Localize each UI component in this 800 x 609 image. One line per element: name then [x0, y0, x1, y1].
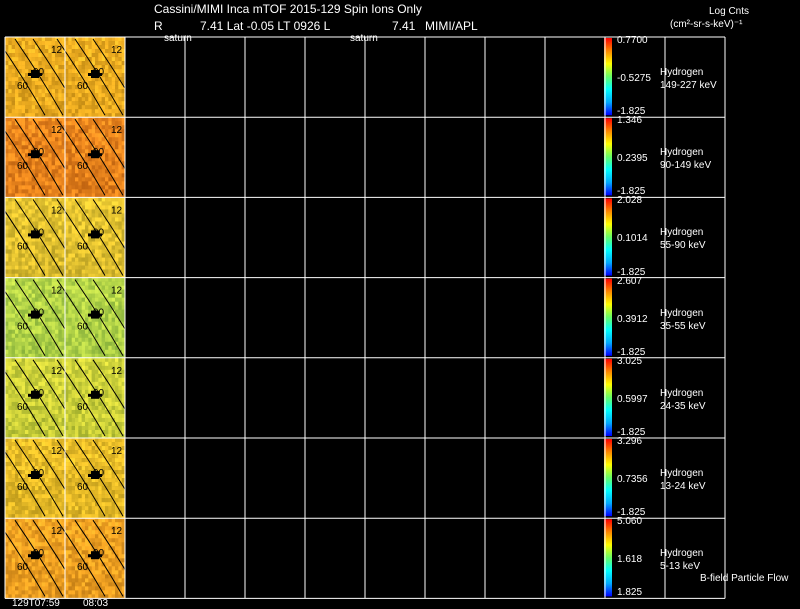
colorbar-max: 2.028: [617, 195, 643, 207]
bfield-label: B-field Particle Flow: [700, 573, 789, 584]
species-label: Hydrogen: [660, 67, 704, 78]
contour-label: 60: [17, 161, 29, 172]
contour-label: 12: [111, 205, 123, 216]
species-label: Hydrogen: [660, 147, 704, 159]
contour-label: 12: [51, 366, 63, 377]
contour-label: 90: [93, 227, 105, 238]
units-line-2: (cm²-sr-s-keV)⁻¹: [670, 19, 743, 30]
time-tick-1: 129T07:59: [12, 598, 60, 609]
contour-label: 90: [33, 147, 45, 158]
colorbar-max: 1.346: [617, 115, 643, 127]
contour-label: 60: [77, 81, 89, 92]
colorbar-max: 5.060: [617, 516, 643, 528]
contour-label: 60: [17, 402, 29, 413]
contour-label: 90: [33, 388, 45, 399]
contour-label: 90: [33, 308, 45, 319]
contour-label: 90: [33, 227, 45, 238]
species-label: Hydrogen: [660, 227, 704, 239]
energy-label: 13-24 keV: [660, 481, 706, 492]
colorbar-mid: 0.5997: [617, 393, 648, 405]
colorbar-mid: 0.3912: [617, 313, 648, 325]
contour-label: 12: [51, 286, 63, 297]
panel-row-0: 12 90 60 12 90 60: [0, 37, 612, 118]
energy-label: 55-90 keV: [660, 240, 706, 252]
colorbar-min: 1.825: [617, 587, 643, 599]
contour-label: 90: [93, 468, 105, 479]
energy-label: 35-55 keV: [660, 320, 706, 332]
contour-label: 90: [33, 67, 45, 78]
colorbar-mid: 0.2395: [617, 153, 648, 165]
energy-label: 149-227 keV: [660, 80, 717, 91]
contour-label: 12: [111, 446, 123, 457]
panel-row-5: 12 90 60 12 90 60: [0, 438, 612, 519]
colorbar-mid: 0.1014: [617, 233, 648, 245]
contour-label: 60: [17, 482, 29, 493]
saturn-label-1: saturn: [164, 33, 192, 44]
contour-label: 12: [111, 366, 123, 377]
contour-label: 12: [51, 205, 63, 216]
contour-label: 60: [17, 241, 29, 252]
l-value: 7.41: [392, 19, 416, 33]
saturn-label-2: saturn: [350, 33, 378, 44]
contour-label: 12: [51, 446, 63, 457]
contour-label: 60: [77, 562, 89, 573]
colorbar-max: 2.607: [617, 275, 643, 287]
contour-label: 60: [77, 161, 89, 172]
contour-label: 12: [111, 526, 123, 537]
chart-title: Cassini/MIMI Inca mTOF 2015-129 Spin Ion…: [154, 2, 422, 16]
panel-row-3: 12 90 60 12 90 60: [0, 277, 612, 359]
contour-label: 60: [17, 562, 29, 573]
contour-label: 90: [93, 147, 105, 158]
contour-label: 60: [77, 482, 89, 493]
contour-label: 12: [111, 45, 123, 56]
colorbar-mid: 1.618: [617, 554, 643, 566]
colorbar-max: 3.296: [617, 436, 643, 447]
energy-label: 5-13 keV: [660, 561, 701, 573]
spectrogram-plot: 12 90 60 12 90 60 12 90 60 12 90 60 12 90 60 12 90 60 12 90…: [0, 36, 726, 599]
position-line: 7.41 Lat -0.05 LT 0926 L: [200, 19, 331, 33]
contour-label: 60: [17, 322, 29, 333]
panel-row-4: 12 90 60 12 90 60: [0, 357, 612, 439]
contour-label: 60: [77, 322, 89, 333]
contour-label: 12: [111, 125, 123, 136]
species-label: Hydrogen: [660, 468, 704, 479]
contour-label: 90: [33, 548, 45, 559]
contour-label: 12: [51, 526, 63, 537]
r-label: R: [154, 19, 163, 33]
contour-label: 12: [111, 286, 123, 297]
contour-label: 90: [93, 548, 105, 559]
contour-label: 90: [93, 388, 105, 399]
panel-row-6: 12 90 60 12 90 60: [0, 518, 612, 599]
contour-label: 90: [33, 468, 45, 479]
species-label: Hydrogen: [660, 387, 704, 399]
contour-label: 12: [51, 45, 63, 56]
colorbar-max: 0.7700: [617, 35, 648, 46]
species-label: Hydrogen: [660, 307, 704, 319]
contour-label: 60: [77, 241, 89, 252]
colorbar-mid: -0.5275: [617, 73, 651, 84]
colorbar-max: 3.025: [617, 355, 643, 367]
energy-label: 24-35 keV: [660, 400, 706, 412]
contour-label: 60: [17, 81, 29, 92]
contour-label: 90: [93, 67, 105, 78]
panel-row-2: 12 90 60 12 90 60: [0, 197, 612, 278]
energy-label: 90-149 keV: [660, 160, 712, 172]
contour-label: 90: [93, 308, 105, 319]
contour-label: 60: [77, 402, 89, 413]
colorbar-mid: 0.7356: [617, 474, 648, 485]
units-line-1: Log Cnts: [709, 6, 750, 17]
contour-label: 12: [51, 125, 63, 136]
panel-row-1: 12 90 60 12 90 60: [0, 117, 612, 198]
time-tick-2: 08:03: [83, 598, 109, 609]
species-label: Hydrogen: [660, 548, 704, 560]
credit-label: MIMI/APL: [425, 19, 478, 33]
